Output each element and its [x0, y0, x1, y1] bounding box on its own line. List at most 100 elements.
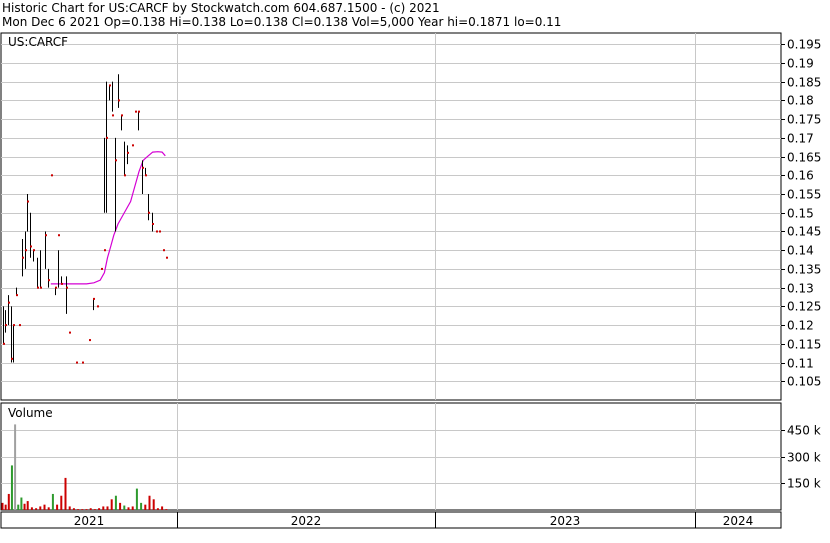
volume-bar: [140, 502, 143, 510]
price-panel-title: US:CARCF: [8, 35, 68, 49]
close-tick: [13, 324, 15, 327]
close-tick: [112, 114, 114, 117]
volume-bar: [35, 508, 38, 510]
price-tick-label: 0.165: [787, 151, 821, 165]
volume-bar: [10, 465, 13, 510]
close-tick: [76, 361, 78, 364]
volume-bar: [93, 509, 96, 510]
panel-titles: US:CARCF Volume: [8, 35, 68, 420]
close-tick: [124, 174, 126, 177]
volume-bar: [4, 504, 7, 510]
volume-bar: [127, 507, 130, 510]
volume-bar: [148, 495, 151, 510]
volume-bar: [156, 508, 159, 510]
chart-header-title: Historic Chart for US:CARCF by Stockwatc…: [2, 1, 440, 15]
volume-bar: [68, 506, 71, 510]
volume-bar: [39, 506, 42, 510]
close-tick: [16, 294, 18, 297]
price-tick-label: 0.185: [787, 76, 821, 90]
volume-bar: [64, 477, 67, 510]
close-tick: [132, 144, 134, 147]
price-tick-label: 0.125: [787, 300, 821, 314]
close-tick: [19, 324, 21, 327]
close-tick: [82, 361, 84, 364]
volume-bar: [131, 506, 134, 510]
volume-bar: [161, 506, 164, 510]
price-tick-label: 0.115: [787, 338, 821, 352]
volume-bar: [85, 509, 88, 510]
close-tick: [69, 331, 71, 334]
price-tick-label: 0.13: [787, 282, 814, 296]
close-tick: [66, 286, 68, 289]
price-tick-label: 0.145: [787, 225, 821, 239]
close-tick: [93, 297, 95, 300]
close-tick: [166, 256, 168, 259]
close-tick: [8, 301, 10, 304]
volume-bar: [144, 504, 147, 510]
price-tick-label: 0.155: [787, 188, 821, 202]
close-tick: [11, 357, 13, 360]
close-tick: [115, 159, 117, 162]
volume-bar: [81, 509, 84, 510]
price-tick-label: 0.135: [787, 263, 821, 277]
volume-bar: [26, 501, 29, 510]
volume-bar: [51, 493, 54, 510]
volume-panel-frame: [0, 402, 782, 511]
volume-bar: [14, 424, 17, 510]
axis-tick-labels: 0.105 0.11 0.115 0.12 0.125 0.13 0.135 0.14 0.14…: [74, 38, 822, 529]
close-tick: [159, 230, 161, 233]
close-tick: [58, 234, 60, 237]
close-tick: [97, 305, 99, 308]
volume-bar: [43, 504, 46, 510]
price-tick-label: 0.105: [787, 375, 821, 389]
close-tick: [101, 267, 103, 270]
close-tick: [121, 114, 123, 117]
time-axis-frame: [0, 511, 782, 529]
close-tick: [45, 234, 47, 237]
close-tick: [118, 99, 120, 102]
volume-bar: [102, 506, 105, 510]
close-tick: [5, 324, 7, 327]
price-tick-label: 0.15: [787, 207, 814, 221]
price-tick-label: 0.14: [787, 244, 814, 258]
close-tick: [30, 245, 32, 248]
close-tick: [138, 110, 140, 113]
close-tick: [148, 211, 150, 214]
volume-bar: [30, 507, 33, 510]
volume-tick-label: 150 k: [787, 477, 821, 491]
close-tick: [135, 110, 137, 113]
price-tick-label: 0.18: [787, 94, 814, 108]
close-tick: [89, 339, 91, 342]
volume-bar: [123, 505, 126, 510]
volume-bar: [77, 509, 80, 510]
volume-bars: [1, 424, 168, 510]
close-tick: [109, 84, 111, 87]
volume-bar: [106, 506, 109, 510]
volume-bar: [72, 508, 75, 510]
volume-tick-label: 450 k: [787, 424, 821, 438]
price-bars: [3, 74, 168, 364]
close-tick: [55, 286, 57, 289]
price-tick-label: 0.12: [787, 319, 814, 333]
chart-root: 0.105 0.11 0.115 0.12 0.125 0.13 0.135 0.14 0.14…: [0, 0, 830, 543]
volume-bar: [60, 495, 63, 510]
close-tick: [27, 200, 29, 203]
close-tick: [25, 249, 27, 252]
close-tick: [156, 230, 158, 233]
close-tick: [106, 136, 108, 139]
price-tick-label: 0.11: [787, 357, 814, 371]
close-tick: [22, 256, 24, 259]
price-tick-label: 0.195: [787, 38, 821, 52]
volume-bar: [98, 508, 101, 510]
price-tick-label: 0.19: [787, 57, 814, 71]
close-tick: [104, 249, 106, 252]
close-tick: [51, 174, 53, 177]
volume-bar: [1, 502, 4, 510]
volume-panel-title: Volume: [8, 406, 53, 420]
close-tick: [127, 151, 129, 154]
volume-bar: [47, 507, 50, 510]
volume-bar: [119, 502, 122, 510]
year-label: 2021: [74, 514, 105, 528]
volume-bar: [110, 499, 113, 510]
close-tick: [142, 166, 144, 169]
